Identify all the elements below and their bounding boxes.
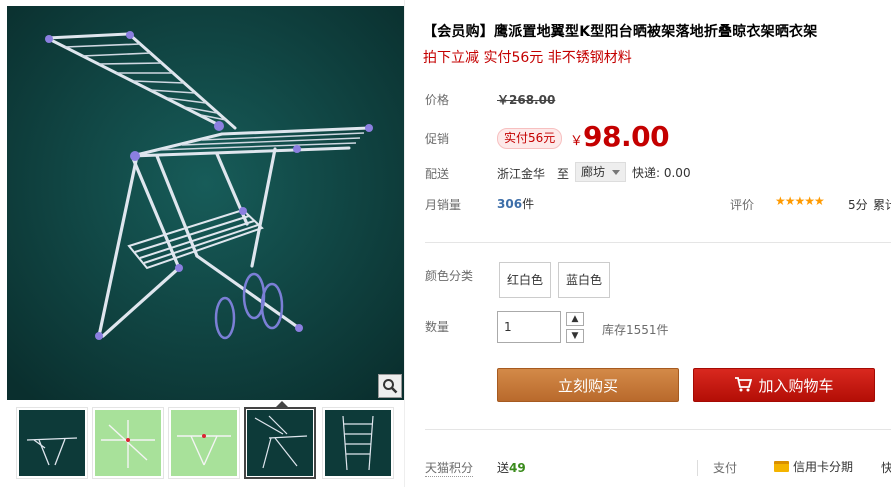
credit-card-icon [774, 461, 789, 472]
product-title: 【会员购】鹰派置地翼型K型阳台晒被架落地折叠晾衣架晒衣架 [423, 24, 818, 40]
color-option-red-white[interactable]: 红白色 [499, 262, 552, 298]
stock-text: 库存1551件 [602, 323, 669, 337]
thumbnail-3[interactable] [168, 407, 240, 479]
thumbnail-1[interactable] [16, 407, 88, 479]
color-option-blue-white[interactable]: 蓝白色 [558, 262, 611, 298]
buy-now-button[interactable]: 立刻购买 [497, 368, 679, 402]
section-divider-bottom [425, 429, 891, 430]
thumbnail-strip [7, 401, 407, 483]
rating-stars: ★★★★★ [775, 194, 825, 208]
drying-rack-illustration [7, 6, 404, 400]
product-subtitle: 拍下立减 实付56元 非不锈钢材料 [423, 50, 632, 66]
currency-symbol: ￥ [570, 134, 584, 149]
quantity-increase-button[interactable]: ▲ [566, 312, 584, 326]
promo-badge: 实付56元 [497, 128, 563, 149]
city-select[interactable]: 廊坊 [575, 162, 627, 182]
ship-from: 浙江金华 [497, 167, 546, 181]
promo-label: 促销 [425, 132, 450, 146]
quantity-label: 数量 [425, 320, 450, 334]
shipping-fee: 快递: 0.00 [632, 166, 691, 180]
thumbnail-4[interactable] [244, 407, 316, 479]
current-price: 98.00 [583, 120, 670, 153]
points-value: 49 [509, 461, 526, 475]
footer-divider [697, 460, 698, 476]
zoom-icon[interactable] [378, 374, 402, 398]
thumbnail-2[interactable] [92, 407, 164, 479]
monthly-sales-label: 月销量 [425, 198, 462, 212]
color-label: 颜色分类 [425, 269, 474, 283]
credit-installment-label: 信用卡分期 [793, 460, 854, 474]
credit-card-installment[interactable]: 信用卡分期 [774, 458, 853, 475]
monthly-sales: 306件 [497, 195, 534, 212]
sales-unit: 件 [522, 197, 535, 211]
tmall-points: 送49 [497, 459, 526, 476]
payment-more: 快 [881, 461, 891, 475]
original-price: ￥268.00 [497, 93, 556, 107]
quantity-input[interactable]: 1 [497, 311, 561, 343]
add-to-cart-label: 加入购物车 [758, 377, 834, 395]
rating-score: 5分 [848, 198, 868, 212]
gallery-divider [404, 0, 405, 487]
chevron-down-icon [612, 170, 621, 175]
cumulative-reviews-link[interactable]: 累计 [873, 196, 891, 213]
city-value: 廊坊 [581, 165, 606, 179]
section-divider [425, 242, 891, 243]
points-prefix: 送 [497, 461, 510, 475]
cart-icon [734, 370, 753, 404]
quantity-decrease-button[interactable]: ▼ [566, 329, 584, 343]
payment-label: 支付 [713, 461, 738, 475]
tmall-points-label[interactable]: 天猫积分 [425, 459, 474, 477]
add-to-cart-button[interactable]: 加入购物车 [693, 368, 875, 402]
rating-label: 评价 [730, 198, 755, 212]
price-label: 价格 [425, 93, 450, 107]
sales-count: 306 [497, 197, 523, 211]
ship-to-word: 至 [557, 167, 570, 181]
main-product-image[interactable] [7, 6, 404, 400]
product-gallery [0, 0, 410, 487]
thumbnail-5[interactable] [322, 407, 394, 479]
shipping-label: 配送 [425, 167, 450, 181]
